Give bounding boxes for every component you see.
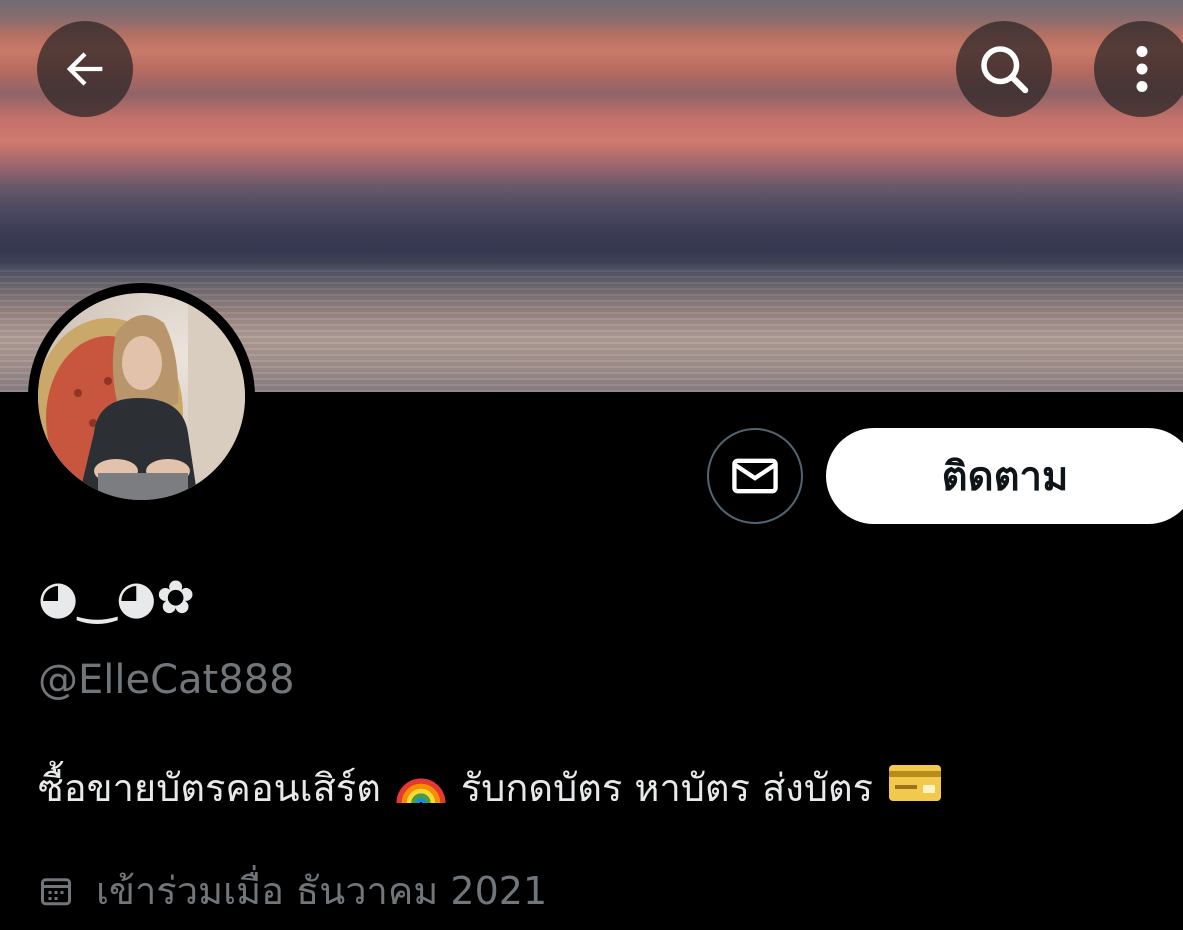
- more-options-button[interactable]: [1094, 21, 1183, 117]
- message-button[interactable]: [707, 428, 803, 524]
- more-vertical-icon: [1136, 46, 1148, 92]
- search-icon: [981, 46, 1029, 94]
- credit-card-icon: [887, 761, 943, 814]
- calendar-icon: [41, 877, 71, 905]
- bio-text-part1: ซื้อขายบัตรคอนเสิร์ต: [38, 766, 381, 810]
- rainbow-icon: [395, 757, 447, 818]
- bio-text-part2: รับกดบัตร หาบัตร ส่งบัตร: [460, 766, 874, 810]
- avatar[interactable]: [28, 283, 255, 510]
- envelope-icon: [732, 458, 778, 494]
- username-handle: @ElleCat888: [38, 657, 295, 703]
- profile-bio: ซื้อขายบัตรคอนเสิร์ต รับกดบัตร หาบัตร ส่…: [38, 757, 957, 818]
- follow-button[interactable]: ติดตาม: [826, 428, 1183, 524]
- joined-date: เข้าร่วมเมื่อ ธันวาคม 2021: [38, 860, 547, 921]
- back-button[interactable]: [37, 21, 133, 117]
- joined-date-text: เข้าร่วมเมื่อ ธันวาคม 2021: [96, 869, 548, 913]
- avatar-image: [38, 293, 245, 500]
- arrow-left-icon: [66, 52, 103, 86]
- display-name: ◕‿◕✿: [38, 570, 195, 624]
- search-button[interactable]: [956, 21, 1052, 117]
